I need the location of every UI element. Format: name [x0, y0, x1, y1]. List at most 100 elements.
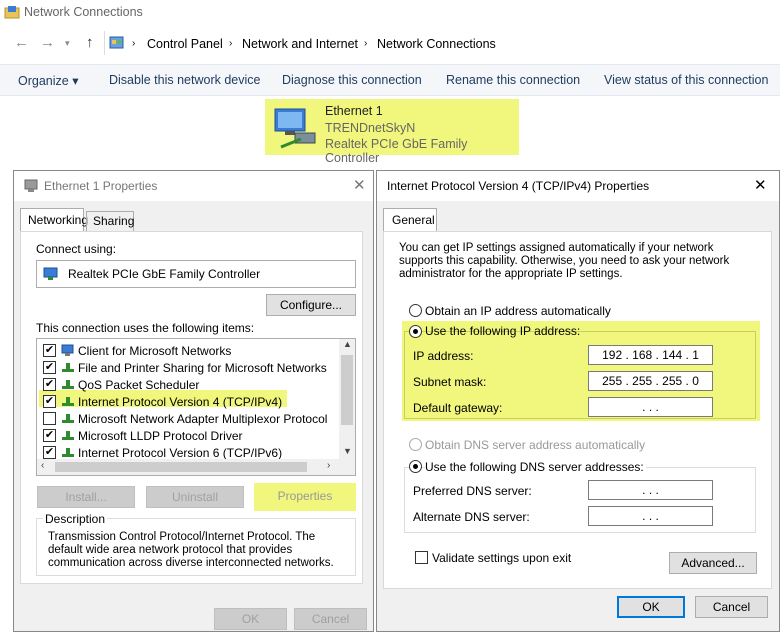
component-checkbox[interactable]: ✔ — [43, 446, 56, 459]
dialog-title: Internet Protocol Version 4 (TCP/IPv4) P… — [387, 179, 650, 193]
items-label: This connection uses the following items… — [36, 321, 255, 335]
ok-button[interactable]: OK — [214, 608, 287, 630]
chevron-down-icon[interactable]: ▾ — [65, 38, 70, 49]
breadcrumb-network-connections[interactable]: Network Connections — [377, 37, 496, 51]
diagnose-button[interactable]: Diagnose this connection — [282, 73, 422, 87]
install-button[interactable]: Install... — [37, 486, 135, 508]
component-label: File and Printer Sharing for Microsoft N… — [78, 361, 327, 375]
chevron-up-icon[interactable]: ▲ — [343, 339, 352, 349]
configure-button[interactable]: Configure... — [266, 294, 356, 316]
component-list-item[interactable]: ✔ Client for Microsoft Networks — [43, 342, 333, 359]
component-checkbox[interactable]: ✔ — [43, 344, 56, 357]
breadcrumb-network-internet[interactable]: Network and Internet — [242, 37, 358, 51]
component-checkbox[interactable]: ✔ — [43, 361, 56, 374]
ip-address-label: IP address: — [413, 349, 474, 363]
component-list-item[interactable]: Microsoft Network Adapter Multiplexor Pr… — [43, 410, 333, 427]
preferred-dns-field[interactable]: . . . — [588, 480, 713, 500]
general-panel: You can get IP settings assigned automat… — [383, 231, 772, 589]
ethernet-adapter-tile[interactable]: Ethernet 1 TRENDnetSkyN Realtek PCIe GbE… — [265, 99, 519, 165]
subnet-mask-field[interactable]: 255 . 255 . 255 . 0 — [588, 371, 713, 391]
breadcrumb-separator-icon: › — [132, 38, 136, 49]
chevron-down-icon[interactable]: ▼ — [343, 446, 352, 456]
network-folder-icon — [4, 6, 20, 19]
up-arrow-icon[interactable]: ↑ — [86, 34, 94, 51]
scrollbar-thumb[interactable] — [55, 462, 307, 472]
component-checkbox[interactable] — [43, 412, 56, 425]
back-arrow-icon[interactable]: ← — [14, 34, 29, 51]
organize-menu[interactable]: Organize ▾ — [18, 73, 78, 88]
breadcrumb[interactable]: › Control Panel › Network and Internet ›… — [104, 31, 780, 55]
obtain-ip-radio[interactable] — [409, 304, 422, 317]
command-bar: Organize ▾ Disable this network device D… — [0, 64, 780, 96]
vertical-scrollbar[interactable]: ▲ ▼ — [339, 339, 355, 459]
obtain-dns-radio[interactable] — [409, 438, 422, 451]
component-label: QoS Packet Scheduler — [78, 378, 200, 392]
window-title: Network Connections — [24, 5, 143, 19]
breadcrumb-control-panel[interactable]: Control Panel — [147, 37, 223, 51]
ethernet-adapter-icon — [274, 108, 316, 149]
chevron-right-icon[interactable]: › — [327, 460, 330, 471]
ok-button[interactable]: OK — [617, 596, 685, 618]
validate-checkbox[interactable] — [415, 551, 428, 564]
network-adapter-icon — [24, 179, 38, 192]
tab-general[interactable]: General — [383, 208, 437, 232]
scrollbar-thumb[interactable] — [341, 355, 353, 425]
protocol-icon — [61, 429, 75, 442]
tab-sharing[interactable]: Sharing — [86, 211, 134, 231]
use-ip-radio[interactable] — [409, 325, 422, 338]
component-list-item[interactable]: ✔ Microsoft LLDP Protocol Driver — [43, 427, 333, 444]
breadcrumb-separator-icon: › — [364, 38, 368, 49]
close-icon[interactable]: ✕ — [754, 176, 767, 194]
ip-address-field[interactable]: 192 . 168 . 144 . 1 — [588, 345, 713, 365]
use-dns-radio[interactable] — [409, 460, 422, 473]
protocol-icon — [61, 395, 75, 408]
forward-arrow-icon[interactable]: → — [40, 34, 55, 51]
component-checkbox[interactable]: ✔ — [43, 395, 56, 408]
validate-label: Validate settings upon exit — [432, 551, 572, 565]
control-panel-icon — [109, 36, 124, 49]
ipv4-properties-dialog: Internet Protocol Version 4 (TCP/IPv4) P… — [376, 170, 780, 632]
tab-networking-label: Networking — [28, 213, 89, 227]
close-icon[interactable]: ✕ — [353, 176, 366, 194]
horizontal-scrollbar[interactable]: ‹ › — [37, 459, 355, 475]
advanced-button[interactable]: Advanced... — [669, 552, 757, 574]
rename-button[interactable]: Rename this connection — [446, 73, 580, 87]
tab-general-label: General — [392, 213, 435, 227]
connect-using-label: Connect using: — [36, 242, 117, 256]
networking-panel: Connect using: Realtek PCIe GbE Family C… — [20, 231, 363, 584]
adapter-name: Ethernet 1 — [325, 104, 383, 118]
components-list[interactable]: ✔ Client for Microsoft Networks ✔ File and … — [36, 338, 356, 476]
description-label: Description — [43, 512, 108, 526]
default-gateway-label: Default gateway: — [413, 401, 503, 415]
adapter-field: Realtek PCIe GbE Family Controller — [36, 260, 356, 288]
uninstall-button[interactable]: Uninstall — [146, 486, 244, 508]
disable-device-button[interactable]: Disable this network device — [109, 73, 260, 87]
breadcrumb-separator-icon: › — [229, 38, 233, 49]
component-checkbox[interactable]: ✔ — [43, 378, 56, 391]
use-ip-label: Use the following IP address: — [425, 324, 581, 338]
dialog-title-bar: Ethernet 1 Properties ✕ — [14, 171, 373, 201]
alternate-dns-field[interactable]: . . . — [588, 506, 713, 526]
component-list-item[interactable]: ✔ QoS Packet Scheduler — [43, 376, 333, 393]
protocol-icon — [61, 378, 75, 391]
tab-sharing-label: Sharing — [93, 214, 135, 228]
obtain-ip-label: Obtain an IP address automatically — [425, 304, 611, 318]
subnet-mask-label: Subnet mask: — [413, 375, 487, 389]
description-text: Transmission Control Protocol/Internet P… — [48, 531, 334, 569]
view-status-button[interactable]: View status of this connection — [604, 73, 768, 87]
cancel-button[interactable]: Cancel — [294, 608, 367, 630]
dialog-title-bar: Internet Protocol Version 4 (TCP/IPv4) P… — [377, 171, 779, 201]
component-list-item[interactable]: ✔ File and Printer Sharing for Microsoft … — [43, 359, 333, 376]
adapter-device: Realtek PCIe GbE Family Controller — [325, 137, 468, 165]
chevron-left-icon[interactable]: ‹ — [41, 460, 44, 471]
cancel-button[interactable]: Cancel — [695, 596, 768, 618]
default-gateway-field[interactable]: . . . — [588, 397, 713, 417]
obtain-dns-label: Obtain DNS server address automatically — [425, 438, 646, 452]
component-label: Internet Protocol Version 4 (TCP/IPv4) — [78, 395, 283, 409]
address-bar: ← → ▾ ↑ › Control Panel › Network and In… — [0, 28, 780, 58]
properties-button[interactable]: Properties — [257, 486, 353, 508]
alternate-dns-label: Alternate DNS server: — [413, 510, 530, 524]
component-checkbox[interactable]: ✔ — [43, 429, 56, 442]
component-list-item[interactable]: ✔ Internet Protocol Version 4 (TCP/IPv4) — [43, 393, 333, 410]
tab-networking[interactable]: Networking — [20, 208, 88, 232]
